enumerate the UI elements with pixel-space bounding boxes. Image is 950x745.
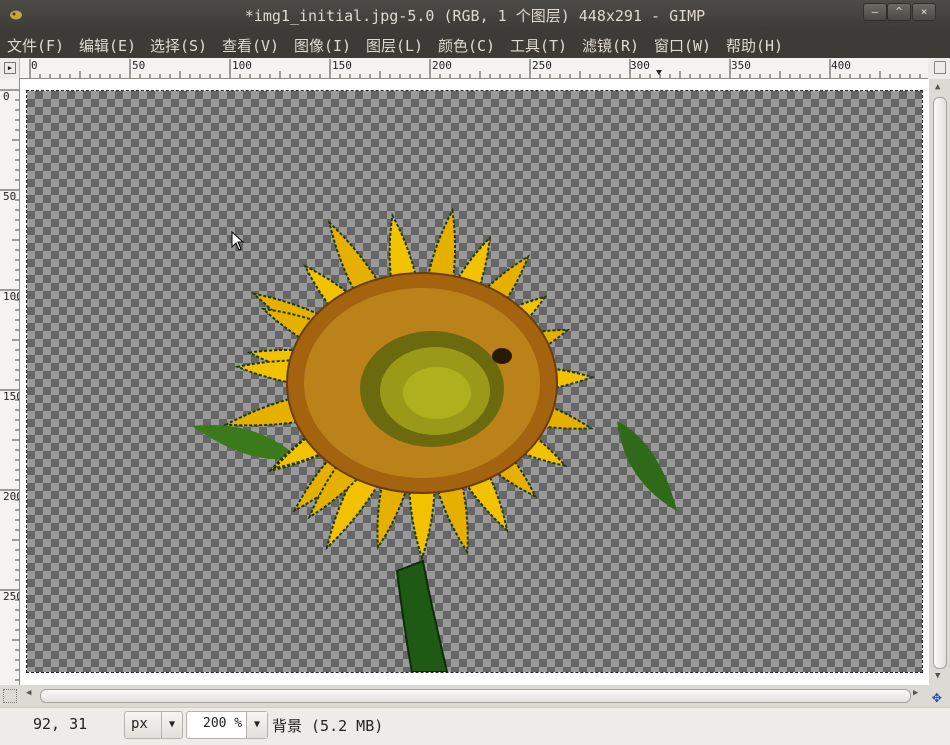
mouse-pointer-icon [231, 231, 245, 251]
ruler-label: 400 [831, 59, 851, 72]
vertical-scroll-thumb[interactable] [933, 97, 947, 669]
vertical-scrollbar[interactable]: ▲ ▼ [929, 79, 950, 685]
chevron-down-icon[interactable]: ▼ [161, 712, 182, 738]
triangle-right-icon: ▶ [4, 62, 16, 74]
scroll-right-arrow-icon[interactable]: ▶ [913, 688, 918, 698]
ruler-label: 50 [3, 190, 17, 203]
scroll-up-arrow-icon[interactable]: ▲ [935, 82, 940, 92]
scroll-left-arrow-icon[interactable]: ◀ [26, 688, 31, 698]
sunflower-image [192, 207, 677, 672]
menu-windows[interactable]: 窗口(W) [654, 35, 711, 56]
image-canvas[interactable] [26, 90, 923, 673]
zoom-selector[interactable]: 200 % ▼ [186, 711, 268, 739]
ruler-ticks-horizontal [29, 59, 921, 78]
ruler-label: 200 [432, 59, 452, 72]
menu-view[interactable]: 查看(V) [222, 35, 279, 56]
menu-select[interactable]: 选择(S) [150, 35, 207, 56]
menu-image[interactable]: 图像(I) [294, 35, 351, 56]
minimize-button[interactable]: – [863, 3, 887, 21]
horizontal-scrollbar[interactable]: ◀ ▶ ✥ [0, 685, 950, 707]
menu-tools[interactable]: 工具(T) [510, 35, 567, 56]
ruler-label: 300 [630, 59, 650, 72]
ruler-label: 100 [232, 59, 252, 72]
horizontal-scroll-thumb[interactable] [40, 689, 911, 703]
ruler-label: 50 [132, 59, 146, 72]
menu-edit[interactable]: 编辑(E) [79, 35, 136, 56]
ruler-label: 250 [532, 59, 552, 72]
ruler-label: 350 [731, 59, 751, 72]
menu-bar: 文件(F) 编辑(E) 选择(S) 查看(V) 图像(I) 图层(L) 颜色(C… [0, 29, 950, 58]
ruler-label: 200 [3, 490, 19, 503]
close-button[interactable]: × [912, 3, 936, 21]
horizontal-ruler[interactable]: 0 50 100 150 200 250 300 350 400 [20, 58, 928, 79]
unit-value: px [131, 716, 148, 732]
menu-layer[interactable]: 图层(L) [366, 35, 423, 56]
zoom-value[interactable]: 200 % [203, 716, 242, 731]
menu-file[interactable]: 文件(F) [7, 35, 64, 56]
maximize-button[interactable]: ^ [887, 3, 911, 21]
ruler-label: 150 [332, 59, 352, 72]
ruler-label: 0 [31, 59, 38, 72]
scroll-down-arrow-icon[interactable]: ▼ [935, 671, 940, 681]
image-menu-button[interactable]: ▶ [0, 58, 20, 79]
pointer-marker-icon [656, 70, 662, 75]
vertical-ruler[interactable]: 0 50 100 150 200 250 [0, 78, 20, 685]
pointer-coordinates: 92, 31 [33, 715, 88, 733]
window-title: *img1_initial.jpg-5.0 (RGB, 1 个图层) 448x2… [244, 7, 706, 25]
lock-icon [934, 61, 946, 74]
title-bar: *img1_initial.jpg-5.0 (RGB, 1 个图层) 448x2… [0, 0, 950, 29]
menu-help[interactable]: 帮助(H) [726, 35, 783, 56]
ruler-label: 250 [3, 590, 19, 603]
status-message: 背景 (5.2 MB) [272, 717, 384, 735]
ruler-label: 0 [3, 90, 10, 103]
chevron-down-icon[interactable]: ▼ [246, 712, 267, 738]
status-bar: 92, 31 px ▼ 200 % ▼ 背景 (5.2 MB) [0, 707, 950, 745]
menu-filters[interactable]: 滤镜(R) [582, 35, 639, 56]
navigate-move-icon[interactable]: ✥ [932, 687, 942, 706]
menu-colors[interactable]: 颜色(C) [438, 35, 495, 56]
zoom-lock-toggle[interactable] [929, 58, 950, 78]
quick-mask-toggle-icon[interactable] [3, 689, 17, 703]
ruler-label: 150 [3, 390, 19, 403]
unit-selector[interactable]: px ▼ [124, 711, 183, 739]
ruler-label: 100 [3, 290, 19, 303]
canvas-viewport[interactable] [20, 79, 929, 685]
